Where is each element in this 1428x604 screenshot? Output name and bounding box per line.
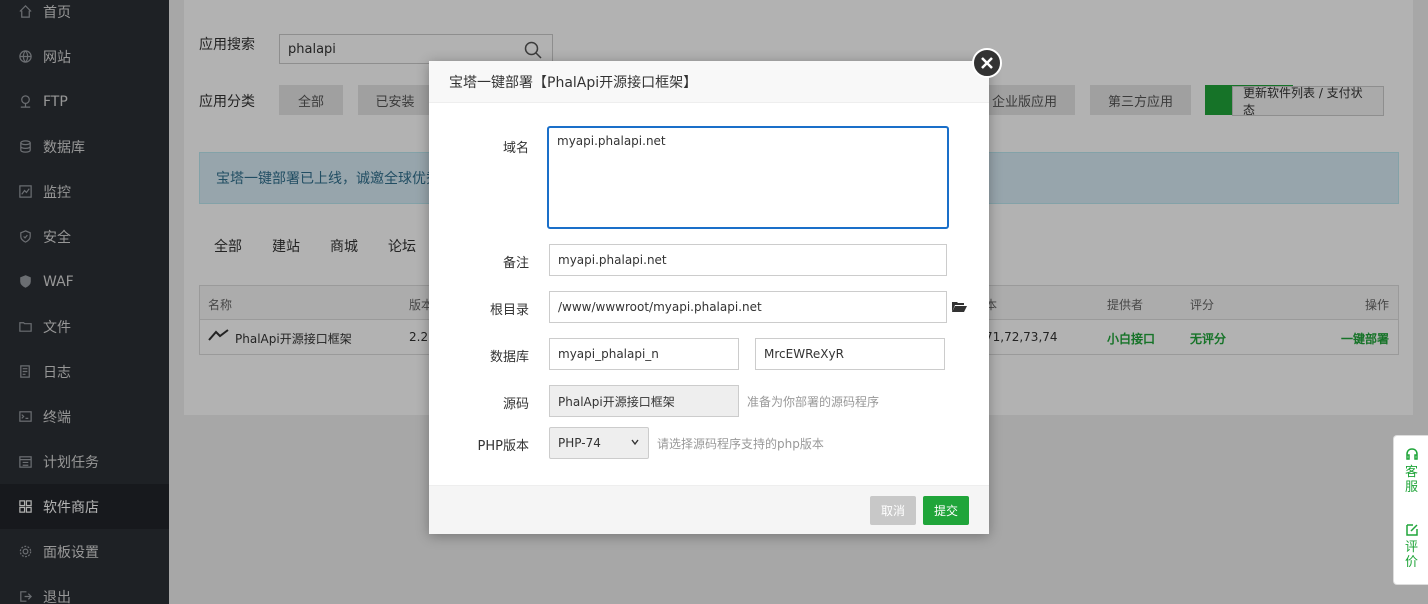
dialog-title: 宝塔一键部署【PhalApi开源接口框架】 — [429, 61, 989, 103]
dialog-title-text: 宝塔一键部署【PhalApi开源接口框架】 — [449, 74, 698, 91]
remark-label: 备注 — [502, 256, 529, 271]
php-version-value: PHP-74 — [558, 436, 601, 450]
edit-icon — [1405, 524, 1418, 536]
cancel-button[interactable]: 取消 — [870, 496, 916, 525]
rate-label: 评价 — [1404, 540, 1418, 570]
service-widget: 客服 评价 — [1393, 435, 1428, 585]
php-version-label: PHP版本 — [477, 439, 529, 454]
php-version-select[interactable]: PHP-74 — [549, 427, 649, 459]
db-password-input[interactable]: MrcEWReXyR — [755, 338, 945, 370]
dialog-footer: 取消 提交 — [429, 485, 989, 534]
db-name-input[interactable]: myapi_phalapi_n — [549, 338, 739, 370]
source-value: PhalApi开源接口框架 — [558, 394, 675, 409]
database-label: 数据库 — [489, 350, 529, 365]
folder-open-icon[interactable] — [951, 299, 967, 315]
service-label: 客服 — [1404, 465, 1418, 495]
db-name-value: myapi_phalapi_n — [558, 347, 659, 361]
dialog-close-button[interactable] — [972, 48, 1002, 78]
deploy-dialog: 宝塔一键部署【PhalApi开源接口框架】 域名 myapi.phalapi.n… — [429, 61, 989, 534]
domain-textarea[interactable]: myapi.phalapi.net — [547, 126, 949, 229]
source-input: PhalApi开源接口框架 — [549, 385, 739, 417]
db-password-value: MrcEWReXyR — [764, 347, 844, 361]
close-icon — [981, 57, 993, 69]
domain-value: myapi.phalapi.net — [557, 134, 666, 148]
root-dir-label: 根目录 — [489, 303, 529, 318]
rate-button[interactable]: 评价 — [1394, 523, 1428, 570]
remark-input[interactable]: myapi.phalapi.net — [549, 244, 947, 276]
chevron-down-icon — [630, 436, 640, 450]
source-hint: 准备为你部署的源码程序 — [747, 395, 880, 409]
remark-value: myapi.phalapi.net — [558, 253, 667, 267]
customer-service-button[interactable]: 客服 — [1394, 448, 1428, 495]
headset-icon — [1405, 448, 1418, 460]
root-dir-value: /www/wwwroot/myapi.phalapi.net — [558, 300, 762, 314]
root-dir-input[interactable]: /www/wwwroot/myapi.phalapi.net — [549, 291, 947, 323]
php-version-hint: 请选择源码程序支持的php版本 — [657, 437, 824, 451]
submit-button[interactable]: 提交 — [923, 496, 969, 525]
domain-label: 域名 — [502, 141, 529, 156]
source-label: 源码 — [502, 397, 529, 412]
